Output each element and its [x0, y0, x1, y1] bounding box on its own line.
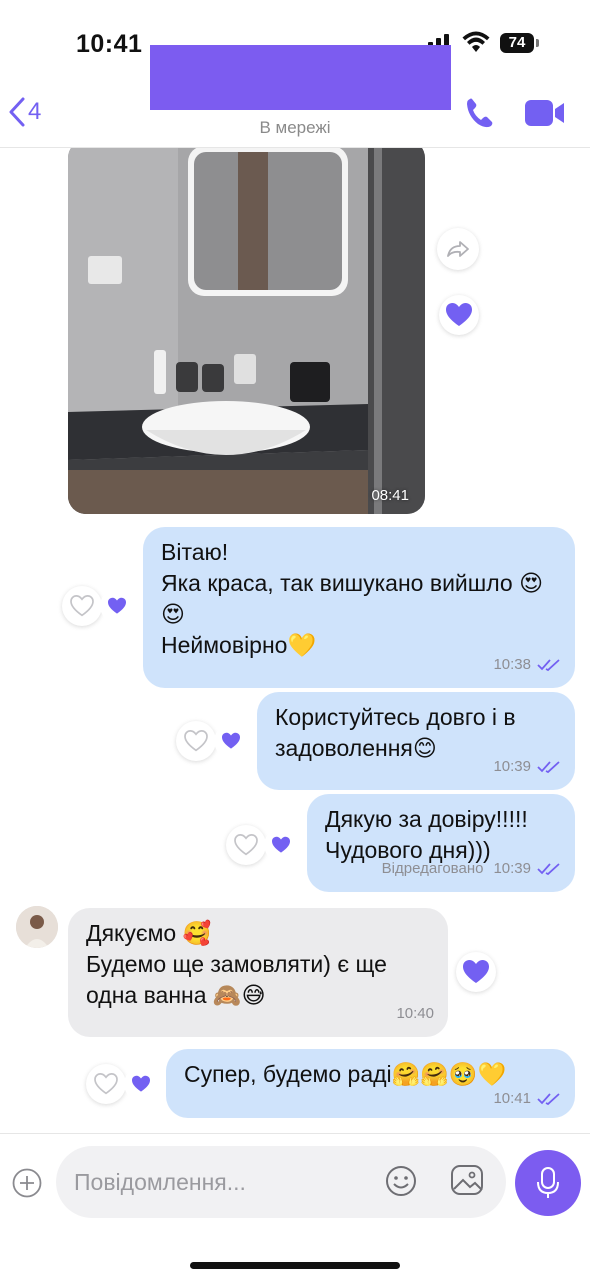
message-time: 10:39 [493, 860, 531, 877]
home-indicator [190, 1262, 400, 1269]
read-receipt-icon [537, 760, 560, 773]
read-receipt-icon [537, 1092, 560, 1105]
message-text: Дякуємо 🥰 Будемо ще замовляти) є ще одна… [86, 920, 387, 1008]
reaction-heart [124, 1067, 158, 1101]
like-button[interactable] [439, 295, 479, 335]
read-receipt-icon [537, 658, 560, 671]
video-camera-icon[interactable] [524, 98, 566, 128]
like-button[interactable] [176, 721, 216, 761]
emoji-icon[interactable] [384, 1164, 418, 1198]
message-time: 08:41 [371, 487, 409, 504]
message-time: 10:41 [493, 1090, 531, 1107]
message-bubble-incoming[interactable]: Дякуємо 🥰 Будемо ще замовляти) є ще одна… [68, 908, 448, 1037]
like-button[interactable] [86, 1064, 126, 1104]
like-button[interactable] [62, 586, 102, 626]
message-text: Вітаю! Яка краса, так вишукано вийшло 😍😍… [161, 539, 544, 658]
message-list[interactable]: 08:41 Вітаю! Яка краса, так вишукано вий… [0, 148, 590, 1133]
heart-icon [272, 836, 290, 853]
plus-icon[interactable] [12, 1168, 42, 1198]
voice-message-button[interactable] [515, 1150, 581, 1216]
reaction-heart [264, 828, 298, 862]
edited-label: Відредаговано [381, 860, 484, 877]
contact-name-redacted[interactable] [150, 45, 451, 110]
photo-message[interactable]: 08:41 [68, 148, 425, 514]
message-meta: Відредаговано 10:39 [382, 853, 561, 884]
message-meta: 10:38 [493, 649, 561, 680]
message-bubble-outgoing[interactable]: Дякую за довіру!!!!! Чудового дня))) Від… [307, 794, 575, 892]
message-time: 10:40 [396, 1005, 434, 1022]
sticker-icon[interactable] [450, 1164, 486, 1198]
message-input[interactable] [56, 1146, 506, 1218]
heart-outline-icon [94, 1073, 118, 1095]
status-time: 10:41 [76, 30, 143, 58]
message-meta: 10:41 [493, 1083, 561, 1114]
heart-icon [446, 303, 472, 326]
reaction-heart [214, 724, 248, 758]
battery-cap [536, 39, 539, 47]
wifi-icon [462, 31, 490, 52]
bathroom-photo [68, 148, 425, 514]
read-receipt-icon [537, 862, 560, 875]
heart-outline-icon [70, 595, 94, 617]
heart-icon [463, 960, 489, 983]
message-bubble-outgoing[interactable]: Супер, будемо раді🤗🤗🥹💛 10:41 [166, 1049, 575, 1118]
reaction-pill [86, 1064, 158, 1104]
reaction-pill [62, 586, 134, 626]
like-button[interactable] [226, 825, 266, 865]
heart-outline-icon [184, 730, 208, 752]
message-meta: 10:39 [493, 751, 561, 782]
reaction-heart [100, 589, 134, 623]
battery-icon: 74 [500, 33, 534, 53]
reaction-pill [176, 721, 248, 761]
share-button[interactable] [437, 228, 479, 270]
contact-status: В мережі [259, 118, 331, 137]
message-time: 10:39 [493, 758, 531, 775]
message-composer [0, 1133, 590, 1280]
message-bubble-outgoing[interactable]: Вітаю! Яка краса, так вишукано вийшло 😍😍… [143, 527, 575, 688]
phone-icon[interactable] [464, 96, 496, 130]
like-button[interactable] [456, 952, 496, 992]
message-bubble-outgoing[interactable]: Користуйтесь довго і в задоволення😊 10:3… [257, 692, 575, 790]
heart-icon [132, 1075, 150, 1092]
message-time: 10:38 [493, 656, 531, 673]
heart-icon [108, 597, 126, 614]
message-meta: 10:40 [396, 998, 434, 1029]
avatar[interactable] [16, 906, 58, 948]
microphone-icon [537, 1167, 559, 1198]
heart-icon [222, 732, 240, 749]
reaction-pill [226, 825, 298, 865]
heart-outline-icon [234, 834, 258, 856]
share-icon [447, 241, 469, 257]
avatar-image [16, 906, 58, 948]
chat-header: 4 В мережі [0, 45, 590, 148]
